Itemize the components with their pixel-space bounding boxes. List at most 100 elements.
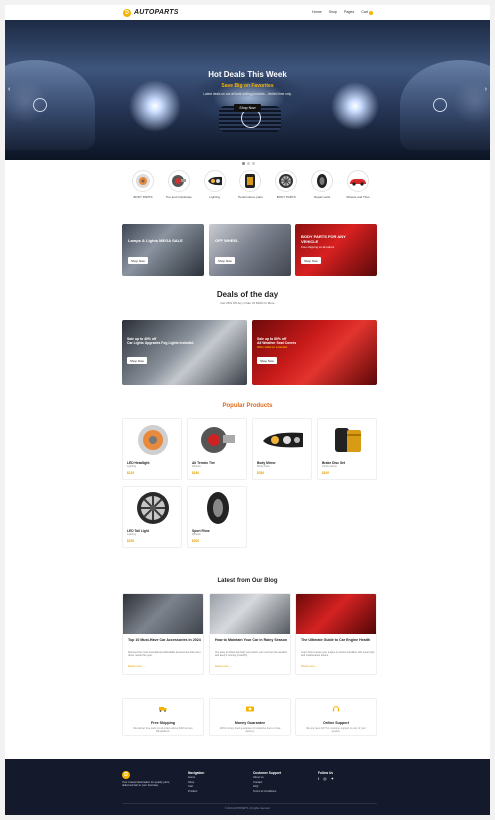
read-more-link[interactable]: Read more →	[128, 664, 145, 668]
footer-navigation: Navigation Home Shop Cart Product	[188, 771, 204, 794]
nav-pages[interactable]: Pages	[344, 10, 354, 14]
deal-text: Sale up to 80% off All Weather Seat Cover…	[257, 337, 296, 350]
category-label: Performance parts	[238, 195, 263, 199]
feature-desc: 100% money back guarantee for defective …	[219, 727, 281, 733]
headset-icon	[332, 706, 340, 712]
deal-title: Car Lights Upgrades Fog Lights Included	[127, 341, 194, 346]
facebook-icon[interactable]: f	[318, 776, 319, 781]
product-card[interactable]: LED Tail Light Lighting $150	[122, 486, 182, 548]
hero-subtitle: Save Big on Favorites	[221, 83, 274, 89]
product-price: $200	[192, 539, 200, 543]
nav-shop[interactable]: Shop	[329, 10, 337, 14]
category-label: BODY PARTS	[133, 195, 153, 199]
deal-banner-lights[interactable]: Sale up to 40% off Car Lights Upgrades Fo…	[122, 320, 247, 385]
popular-title: Popular Products	[222, 403, 273, 409]
footer: D Your trusted destination for quality p…	[5, 759, 490, 815]
product-price: $150	[127, 539, 135, 543]
product-card[interactable]: LED Headlight Lighting $120	[122, 418, 182, 480]
brake-rotor-icon	[129, 422, 177, 458]
product-category: Wheels	[192, 465, 201, 468]
blog-post-excerpt: Our easy to follow tips help you protect…	[215, 651, 288, 658]
category-label: BODY PARTS	[276, 195, 296, 199]
product-card[interactable]: Brake Disc Set Performance $100	[317, 418, 377, 480]
nav-cart[interactable]: Cart	[361, 10, 373, 15]
read-more-link[interactable]: Read more →	[215, 664, 232, 668]
slider-dots	[242, 162, 255, 165]
category-item[interactable]: BODY PARTS	[128, 170, 158, 199]
feature-desc: We deliver free parts on all orders abov…	[133, 727, 193, 733]
slider-dot[interactable]	[252, 162, 255, 165]
product-card[interactable]: All Terrain Tire Wheels $180	[187, 418, 247, 480]
footer-link[interactable]: Terms & Conditions	[253, 790, 281, 794]
promo-banner-wheel[interactable]: OFF WHEEL Shop Now	[209, 224, 291, 276]
category-label: Wheels and Tires	[346, 195, 370, 199]
turbo-icon	[167, 170, 190, 192]
feature-online-support: Online Support We are here 24/7 for cust…	[295, 698, 377, 736]
hero-shop-button[interactable]: Shop Now	[234, 104, 261, 112]
blog-post-title[interactable]: The Ultimate Guide to Car Engine Health	[301, 638, 375, 642]
feature-title: Money Guarantee	[234, 721, 266, 725]
blog-image	[210, 594, 290, 634]
promo-title: OFF WHEEL	[215, 238, 239, 243]
read-more-link[interactable]: Read more →	[301, 664, 318, 668]
category-item[interactable]: Wheels and Tires	[343, 170, 373, 199]
truck-icon	[159, 707, 167, 712]
nav-home[interactable]: Home	[312, 10, 322, 14]
footer-support-heading: Customer Support	[253, 771, 281, 775]
category-item[interactable]: Performance parts	[235, 170, 265, 199]
blog-post-title[interactable]: How to Maintain Your Car in Rainy Season	[215, 638, 289, 642]
footer-divider	[122, 803, 377, 804]
promo-banner-body-parts[interactable]: BODY PARTS FOR ANY VEHICLE Free shipping …	[295, 224, 377, 276]
blog-card[interactable]: Top 10 Must-Have Car Accessories in 2024…	[122, 593, 204, 675]
feature-title: Free Shipping	[151, 721, 175, 725]
blog-post-excerpt: Learn how to keep your engine in perfect…	[301, 651, 375, 658]
product-card[interactable]: Sport Rims Wheels $200	[187, 486, 247, 548]
deal-shop-button[interactable]: Shop Now	[127, 357, 147, 364]
twitter-icon[interactable]: ✦	[331, 776, 334, 781]
footer-about-text: Your trusted destination for quality par…	[122, 781, 171, 788]
category-item[interactable]: BODY PARTS	[271, 170, 301, 199]
tire-icon	[311, 170, 334, 192]
category-item[interactable]: Repair parts	[307, 170, 337, 199]
product-category: Body Parts	[257, 465, 270, 468]
deal-shop-button[interactable]: Shop Now	[257, 357, 277, 364]
footer-follow: Follow Us f ◎ ✦	[318, 771, 334, 782]
logo[interactable]: D AUTOPARTS	[123, 8, 179, 17]
page: D AUTOPARTS Home Shop Pages Cart Hot Dea…	[5, 5, 490, 815]
slider-dot[interactable]	[247, 162, 250, 165]
promo-shop-button[interactable]: Shop Now	[215, 257, 235, 264]
promo-small-text: Free shipping on all orders	[301, 245, 335, 249]
promo-banner-lamps[interactable]: Lamps & Lights MEGA SALE Shop Now	[122, 224, 204, 276]
footer-nav-heading: Navigation	[188, 771, 205, 775]
category-item[interactable]: Lighting	[200, 170, 230, 199]
promo-shop-button[interactable]: Shop Now	[128, 257, 148, 264]
blog-card[interactable]: How to Maintain Your Car in Rainy Season…	[209, 593, 291, 675]
footer-about: D Your trusted destination for quality p…	[122, 771, 180, 788]
product-price: $180	[192, 471, 200, 475]
category-label: Tire and Crankcase	[165, 195, 192, 199]
logo-mark: D	[123, 8, 131, 17]
blog-card[interactable]: The Ultimate Guide to Car Engine Health …	[295, 593, 377, 675]
promo-title: Lamps & Lights MEGA SALE	[128, 238, 183, 243]
blog-image	[296, 594, 376, 634]
hero-prev-arrow-icon[interactable]: ‹	[8, 86, 10, 93]
category-item[interactable]: Tire and Crankcase	[164, 170, 194, 199]
tire-icon	[194, 490, 242, 526]
main-nav: Home Shop Pages Cart	[312, 10, 373, 15]
category-row: BODY PARTS Tire and Crankcase Lighting P…	[128, 170, 373, 199]
hero-next-arrow-icon[interactable]: ›	[485, 86, 487, 93]
promo-title-text: BODY PARTS FOR ANY VEHICLE	[301, 234, 346, 244]
slider-dot[interactable]	[242, 162, 245, 165]
social-icons: f ◎ ✦	[318, 776, 334, 781]
product-card[interactable]: Body Mirror Body Parts $250	[252, 418, 312, 480]
deal-banner-seats[interactable]: Sale up to 80% off All Weather Seat Cover…	[252, 320, 377, 385]
footer-link[interactable]: Product	[188, 790, 204, 794]
product-price: $120	[127, 471, 135, 475]
feature-title: Online Support	[323, 721, 349, 725]
headlight-icon	[203, 170, 226, 192]
oil-filter-icon	[239, 170, 262, 192]
promo-shop-button[interactable]: Shop Now	[301, 257, 321, 264]
category-label: Repair parts	[313, 195, 331, 199]
blog-post-title[interactable]: Top 10 Must-Have Car Accessories in 2024	[128, 638, 202, 642]
instagram-icon[interactable]: ◎	[323, 776, 327, 781]
